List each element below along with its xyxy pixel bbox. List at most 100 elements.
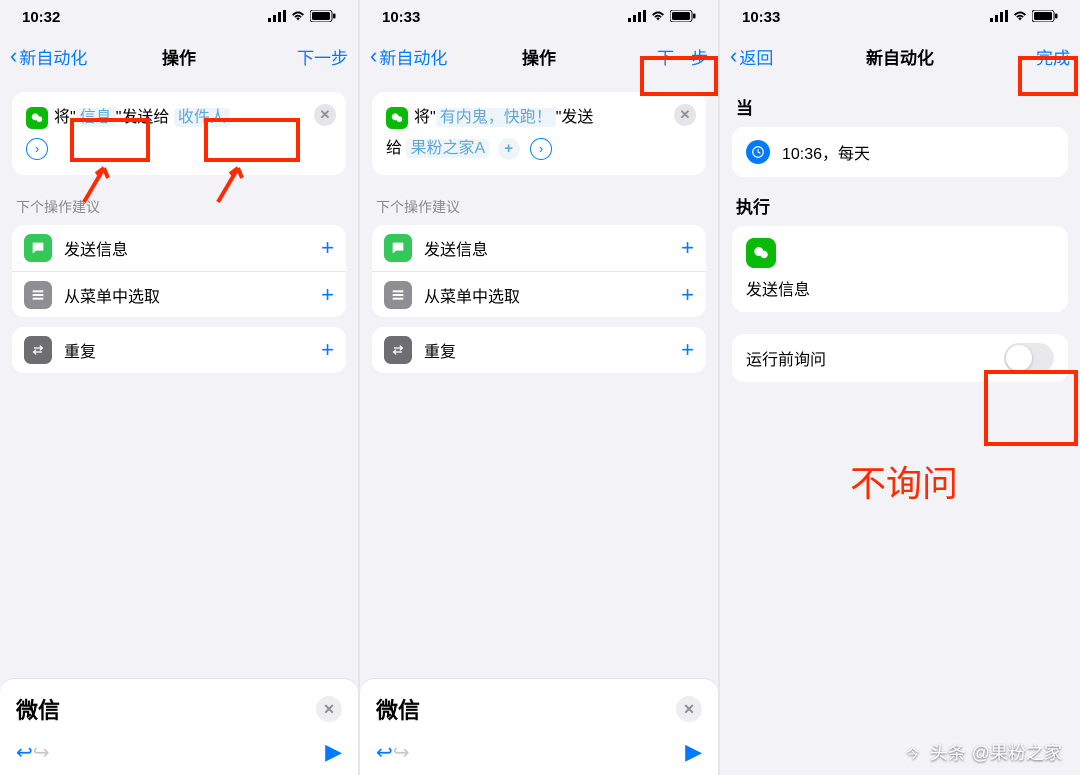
action-card[interactable]: 将"有内鬼，快跑！"发送 给 果粉之家A + › ✕ [372,92,706,175]
signal-icon [628,9,646,26]
ask-label: 运行前询问 [746,346,826,370]
card-text-mid: "发送 [556,109,594,126]
annotation-text: 不询问 [850,455,958,507]
status-time: 10:32 [22,9,60,26]
watermark: 今 头条 @果粉之家 [902,739,1062,765]
recipient-token[interactable]: 收件人 [174,108,230,127]
undo-button[interactable]: ↩ [376,740,393,765]
nav-title: 操作 [100,44,258,69]
signal-icon [990,9,1008,26]
next-button[interactable]: 下一步 [258,44,348,69]
sheet-title: 微信 [16,693,60,725]
back-button[interactable]: ‹ 新自动化 [370,44,460,69]
add-icon: + [321,282,334,308]
watermark-icon: 今 [902,741,924,763]
run-button[interactable]: ▶ [325,739,342,765]
do-header: 执行 [736,193,1064,218]
nav-bar: ‹ 新自动化 操作 下一步 [0,34,358,78]
nav-title: 操作 [460,44,618,69]
recipient-token[interactable]: 果粉之家A [406,139,489,158]
card-text-line2: 给 [386,140,402,157]
wifi-icon [1012,9,1028,26]
sheet-close-button[interactable]: ✕ [316,696,342,722]
next-label: 下一步 [297,44,348,69]
expand-toggle[interactable]: › [26,138,48,160]
card-text-pre: 将" [54,109,76,126]
suggestion-item[interactable]: 发送信息 + [372,225,706,271]
back-label: 返回 [739,44,773,69]
add-icon: + [321,337,334,363]
status-time: 10:33 [382,9,420,26]
add-icon: + [321,235,334,261]
add-icon: + [681,235,694,261]
watermark-prefix: 头条 [930,739,966,765]
watermark-handle: @果粉之家 [972,739,1062,765]
battery-icon [310,9,336,26]
expand-toggle[interactable]: › [530,138,552,160]
chevron-left-icon: ‹ [10,45,17,67]
suggestion-item[interactable]: 重复 + [372,327,706,373]
remove-action-button[interactable]: ✕ [314,104,336,126]
do-text: 发送信息 [746,276,1054,300]
done-label: 完成 [1036,44,1070,69]
suggestions-list-2: 重复 + [372,327,706,373]
chevron-left-icon: ‹ [370,45,377,67]
suggestion-item[interactable]: 从菜单中选取 + [12,271,346,317]
status-bar: 10:33 [360,0,718,34]
wechat-icon [746,238,776,268]
back-button[interactable]: ‹ 新自动化 [10,44,100,69]
message-token[interactable]: 信息 [76,108,116,127]
add-recipient-button[interactable]: + [498,138,520,160]
status-bar: 10:33 [720,0,1080,34]
redo-button[interactable]: ↪ [393,740,410,765]
suggestion-label: 发送信息 [424,236,488,260]
nav-bar: ‹ 返回 新自动化 完成 [720,34,1080,78]
status-time: 10:33 [742,9,780,26]
wechat-icon [26,107,48,129]
suggestions-list: 发送信息 + 从菜单中选取 + [372,225,706,317]
menu-icon [24,281,52,309]
status-bar: 10:32 [0,0,358,34]
when-card[interactable]: 10:36，每天 [732,127,1068,177]
add-icon: + [681,282,694,308]
remove-action-button[interactable]: ✕ [674,104,696,126]
message-icon [24,234,52,262]
next-button[interactable]: 下一步 [618,44,708,69]
back-button[interactable]: ‹ 返回 [730,44,820,69]
back-label: 新自动化 [379,44,447,69]
ask-toggle[interactable] [1004,343,1054,373]
bottom-sheet[interactable]: 微信 ✕ ↩ ↪ ▶ [360,679,718,775]
signal-icon [268,9,286,26]
card-text-mid: "发送给 [116,109,170,126]
nav-title: 新自动化 [820,44,980,69]
suggestions-list-2: 重复 + [12,327,346,373]
done-button[interactable]: 完成 [980,44,1070,69]
clock-icon [746,140,770,164]
nav-bar: ‹ 新自动化 操作 下一步 [360,34,718,78]
suggestion-label: 重复 [424,338,456,362]
do-card[interactable]: 发送信息 [732,226,1068,312]
action-card[interactable]: 将"信息"发送给 收件人 ✕ › [12,92,346,175]
message-token[interactable]: 有内鬼，快跑！ [436,108,556,127]
suggestion-item[interactable]: 从菜单中选取 + [372,271,706,317]
run-button[interactable]: ▶ [685,739,702,765]
screen-1: 10:32 ‹ 新自动化 操作 下一步 [0,0,360,775]
sheet-close-button[interactable]: ✕ [676,696,702,722]
screen-2: 10:33 ‹ 新自动化 操作 下一步 将"有内鬼，快跑！"发送 给 [360,0,720,775]
add-icon: + [681,337,694,363]
suggestion-label: 发送信息 [64,236,128,260]
bottom-sheet[interactable]: 微信 ✕ ↩ ↪ ▶ [0,679,358,775]
ask-before-run-row: 运行前询问 [732,334,1068,382]
when-text: 10:36，每天 [782,140,870,164]
suggestions-header: 下个操作建议 [16,197,342,217]
undo-button[interactable]: ↩ [16,740,33,765]
redo-button[interactable]: ↪ [33,740,50,765]
next-label: 下一步 [657,44,708,69]
wifi-icon [290,9,306,26]
suggestion-item[interactable]: 发送信息 + [12,225,346,271]
back-label: 新自动化 [19,44,87,69]
battery-icon [1032,9,1058,26]
suggestion-item[interactable]: 重复 + [12,327,346,373]
repeat-icon [24,336,52,364]
repeat-icon [384,336,412,364]
